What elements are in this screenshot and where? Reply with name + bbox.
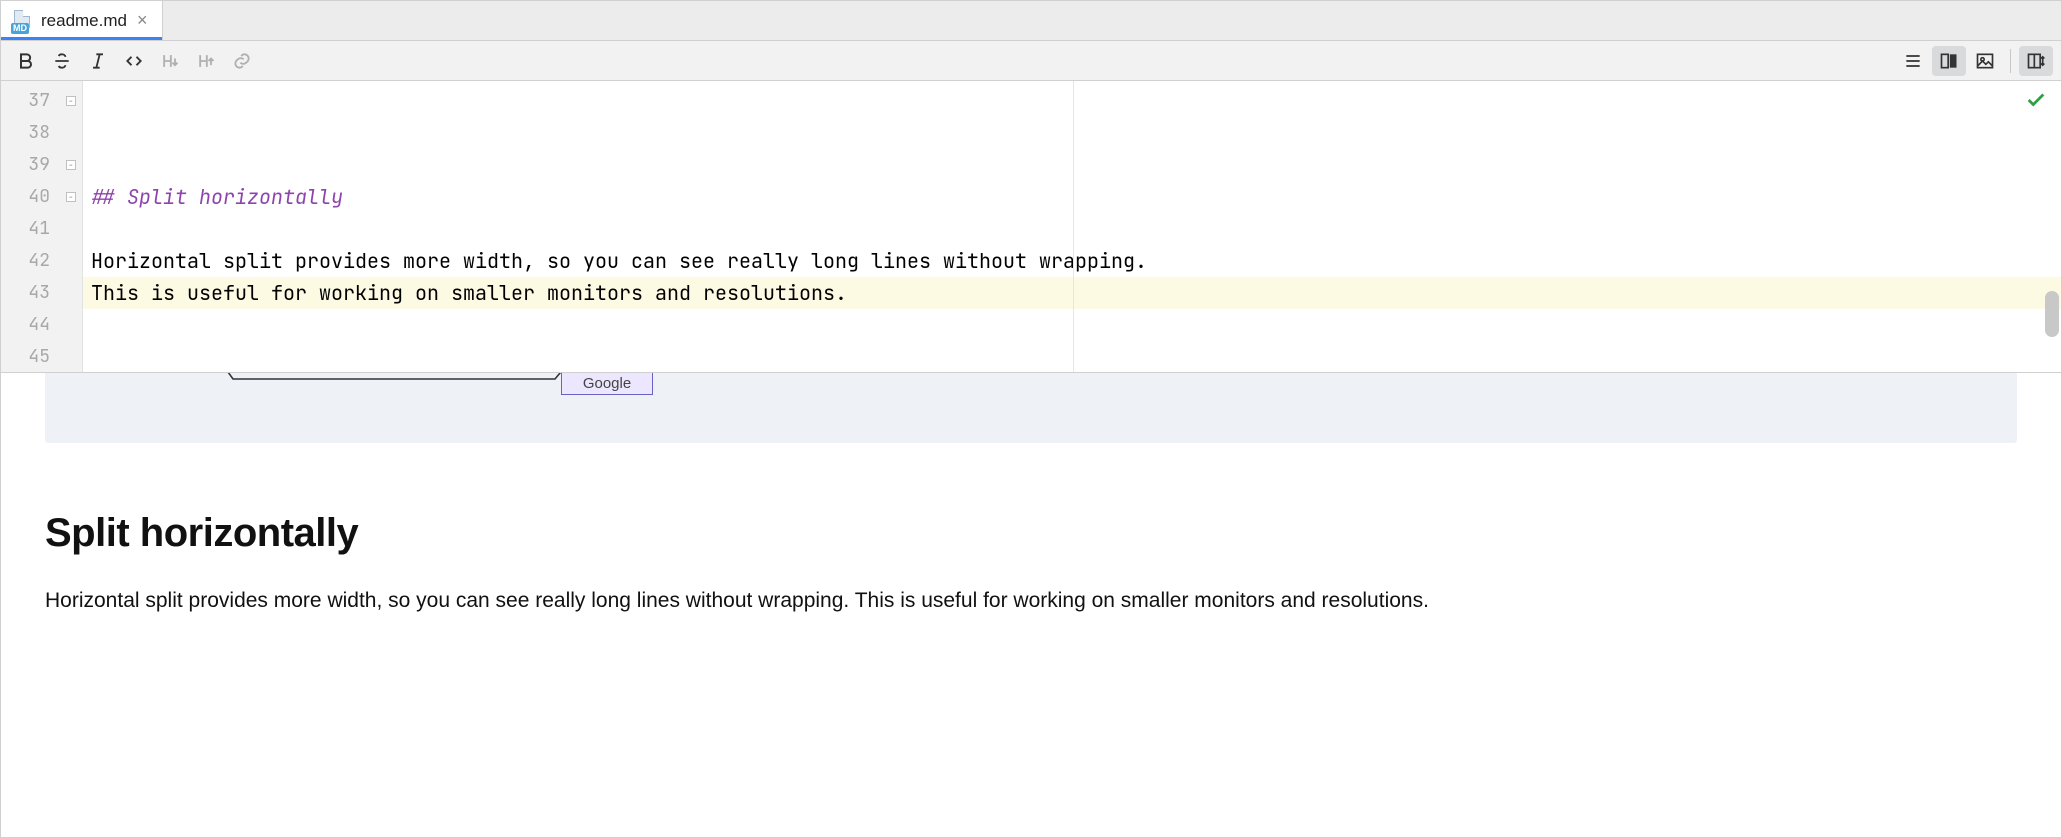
source-editor-pane: 37−3839−40−4142434445 ## Split horizonta… [1, 81, 2061, 373]
preview-pane: Google Split horizontally Horizontal spl… [1, 373, 2061, 837]
line-number: 40− [1, 181, 82, 213]
line-number: 44 [1, 309, 82, 341]
close-icon[interactable]: × [135, 10, 150, 31]
table-of-contents-button[interactable] [1896, 46, 1930, 76]
code-line[interactable] [91, 341, 2053, 373]
code-button[interactable] [117, 46, 151, 76]
markdown-file-icon: MD [11, 10, 33, 32]
split-layout-button[interactable] [2019, 46, 2053, 76]
line-number: 41 [1, 213, 82, 245]
tab-bar: MD readme.md × [1, 1, 2061, 41]
diagram-node: Google [561, 373, 653, 395]
toolbar-divider [2010, 49, 2011, 73]
code-line[interactable]: Horizontal split provides more width, so… [91, 245, 2053, 277]
line-number: 45 [1, 341, 82, 373]
fold-toggle-icon[interactable]: − [66, 192, 76, 202]
italic-button[interactable] [81, 46, 115, 76]
line-number: 42 [1, 245, 82, 277]
column-guide [1073, 81, 1074, 372]
fold-toggle-icon[interactable]: − [66, 160, 76, 170]
app-window: MD readme.md × [0, 0, 2062, 838]
code-line[interactable]: This is useful for working on smaller mo… [83, 277, 2061, 309]
header-increase-button[interactable] [189, 46, 223, 76]
line-number: 38 [1, 117, 82, 149]
line-number: 39− [1, 149, 82, 181]
fold-toggle-icon[interactable]: − [66, 96, 76, 106]
image-button[interactable] [1968, 46, 2002, 76]
diagram-node-label: Google [583, 375, 631, 392]
diagram-block: Google [45, 373, 2017, 443]
line-number-gutter: 37−3839−40−4142434445 [1, 81, 83, 372]
editor-preview-button[interactable] [1932, 46, 1966, 76]
code-line[interactable] [91, 309, 2053, 341]
bold-button[interactable] [9, 46, 43, 76]
tab-label: readme.md [41, 11, 127, 31]
formatting-toolbar [1, 41, 2061, 81]
code-area[interactable]: ## Split horizontally Horizontal split pr… [83, 81, 2061, 372]
line-number: 43 [1, 277, 82, 309]
code-line[interactable]: ## Split horizontally [91, 181, 2053, 213]
header-decrease-button[interactable] [153, 46, 187, 76]
code-line[interactable] [91, 213, 2053, 245]
line-number: 37− [1, 85, 82, 117]
strikethrough-button[interactable] [45, 46, 79, 76]
preview-heading: Split horizontally [45, 511, 2017, 556]
preview-paragraph: Horizontal split provides more width, so… [45, 586, 2017, 616]
scrollbar-thumb[interactable] [2045, 291, 2059, 337]
tab-readme[interactable]: MD readme.md × [1, 1, 163, 40]
link-button[interactable] [225, 46, 259, 76]
problems-ok-icon[interactable] [2025, 89, 2047, 116]
